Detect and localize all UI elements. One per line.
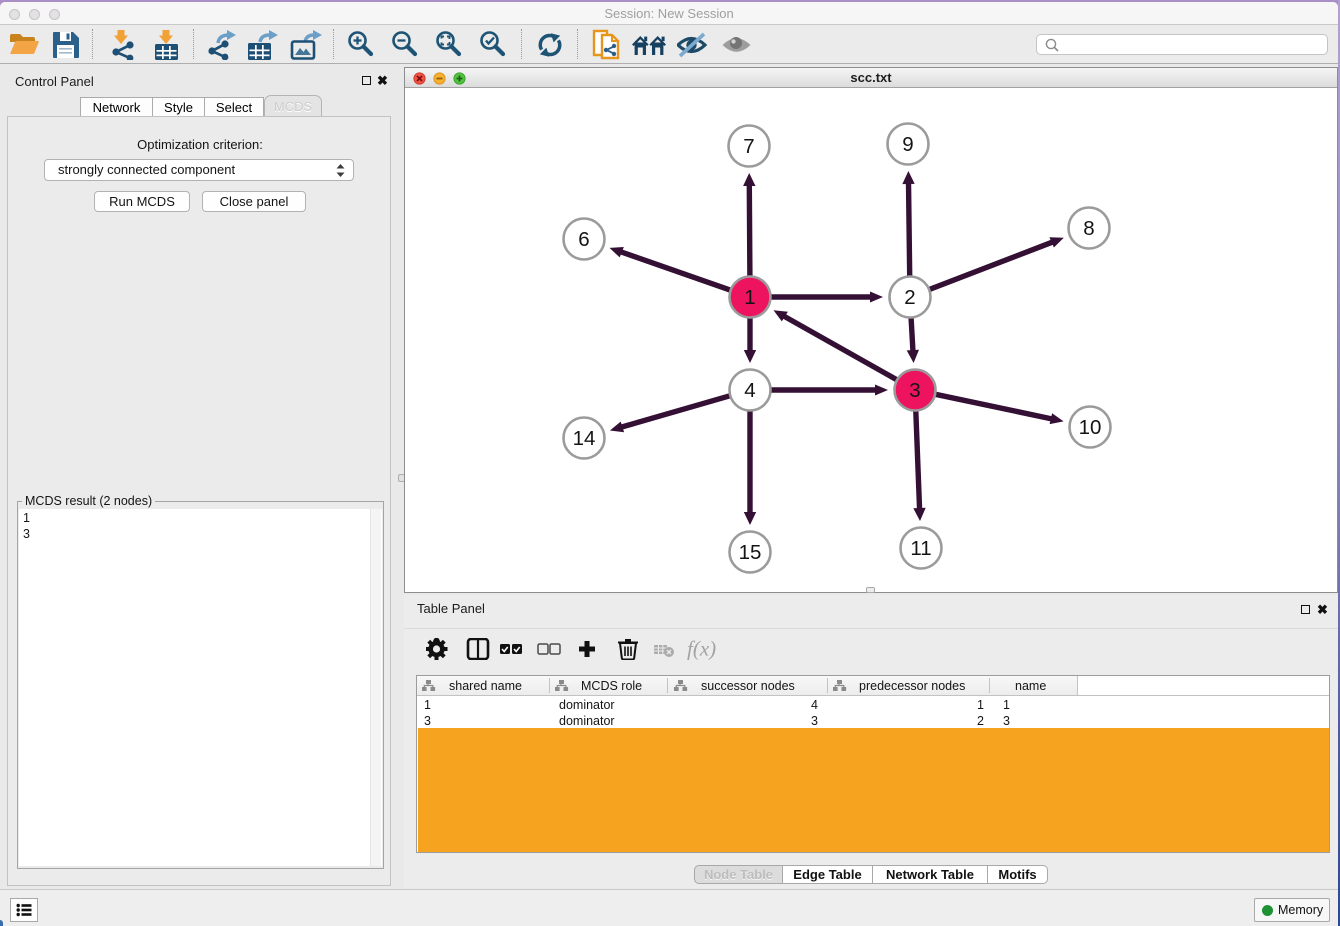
svg-text:2: 2 <box>904 286 915 309</box>
svg-text:6: 6 <box>578 228 589 251</box>
svg-text:4: 4 <box>744 379 755 402</box>
svg-text:9: 9 <box>902 133 913 156</box>
svg-text:f(x): f(x) <box>687 638 716 660</box>
svg-text:15: 15 <box>739 541 762 564</box>
svg-text:11: 11 <box>910 537 931 560</box>
svg-text:1: 1 <box>744 286 755 309</box>
svg-text:3: 3 <box>909 379 920 402</box>
svg-text:14: 14 <box>573 427 596 450</box>
svg-text:8: 8 <box>1083 217 1094 240</box>
svg-text:7: 7 <box>743 135 754 158</box>
svg-text:10: 10 <box>1079 416 1102 439</box>
